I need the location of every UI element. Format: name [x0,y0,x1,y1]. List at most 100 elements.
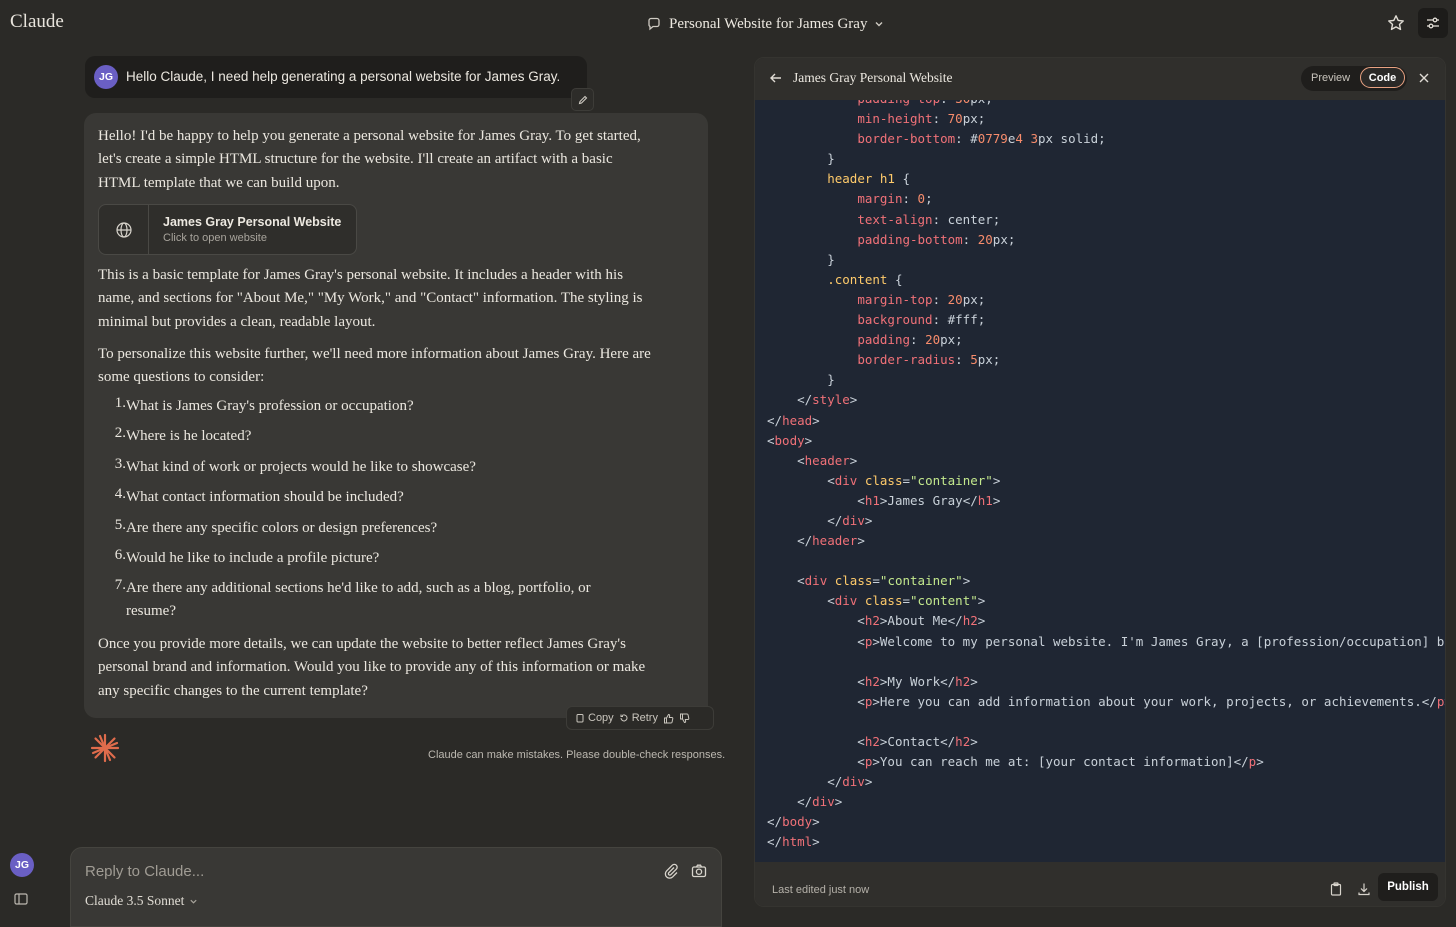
claude-logo-icon [90,733,120,763]
settings-button[interactable] [1418,8,1448,38]
copy-button[interactable]: Copy [575,712,614,724]
code-line: padding-bottom: 20px; [857,231,1016,247]
message-actions: Copy Retry [566,706,714,730]
code-line: min-height: 70px; [857,111,986,127]
composer: Reply to Claude... Claude 3.5 Sonnet [70,847,722,927]
code-line: </body> [767,814,820,830]
paperclip-icon[interactable] [663,863,679,879]
clipboard-icon[interactable] [1329,882,1343,896]
disclaimer-text: Claude can make mistakes. Please double-… [428,749,726,761]
assistant-paragraph-3: To personalize this website further, we'… [98,346,651,386]
publish-button[interactable]: Publish [1378,873,1438,901]
back-arrow-icon[interactable] [768,70,784,86]
code-line: </html> [767,834,820,850]
assistant-intro-text: Hello! I'd be happy to help you generate… [98,128,641,191]
code-line: padding: 20px; [857,332,963,348]
assistant-message: Hello! I'd be happy to help you generate… [84,113,708,718]
code-line: </div> [767,774,873,790]
user-message: JG Hello Claude, I need help generating … [85,56,587,98]
reply-input[interactable]: Reply to Claude... [85,863,204,880]
edit-message-button[interactable] [571,88,594,111]
code-line: margin-top: 20px; [857,291,986,307]
conversation-title-dropdown[interactable]: Personal Website for James Gray [646,14,884,34]
sidebar-toggle-icon[interactable] [14,893,28,905]
assistant-paragraph-2: This is a basic template for James Gray'… [98,267,643,330]
star-button[interactable] [1385,12,1407,34]
camera-icon[interactable] [691,863,707,879]
code-line: <p>Welcome to my personal website. I'm J… [767,633,1446,649]
code-line: </div> [767,512,873,528]
code-line: </head> [767,412,820,428]
code-line: padding-top: 30px; [767,100,993,106]
globe-icon [115,221,132,238]
conversation-title: Personal Website for James Gray [669,15,868,32]
preview-tab[interactable]: Preview [1311,72,1350,84]
chat-bubble-icon [648,17,660,31]
close-icon[interactable] [1417,71,1431,85]
download-icon[interactable] [1357,882,1371,896]
list-item: 5. Are there any specific colors or desig… [114,517,438,536]
code-line: <h2>My Work</h2> [767,673,978,689]
sliders-icon [1427,17,1439,29]
list-item: 2. Where is he located? [114,425,252,444]
code-line: <div class="content"> [767,593,986,609]
app-logo-text[interactable]: Claude [10,11,64,33]
artifact-card[interactable]: James Gray Personal Website Click to ope… [98,204,357,255]
artifact-panel-title: James Gray Personal Website [793,70,953,85]
list-item: 1. What is James Gray's profession or occ… [114,395,414,414]
code-line: .content { [827,271,903,287]
user-avatar: JG [94,65,118,89]
code-line: <body> [767,432,813,448]
copy-label: Copy [588,712,614,724]
list-item: 6. Would he like to include a profile pic… [114,547,380,566]
code-line: <div class="container"> [767,573,971,589]
assistant-outro-text: Once you provide more details, we can up… [98,636,646,699]
copy-icon [576,714,584,723]
last-edited-text: Last edited just now [772,884,870,896]
user-message-text: Hello Claude, I need help generating a p… [126,69,561,84]
code-line: <h2>Contact</h2> [767,734,978,749]
model-label: Claude 3.5 Sonnet [85,893,185,908]
account-avatar[interactable]: JG [10,853,34,877]
code-line: </style> [767,392,858,408]
code-line: border-bottom: #0779e4 3px solid; [857,131,1106,147]
code-line: header h1 { [827,171,911,187]
code-line: margin: 0; [857,191,933,207]
retry-button[interactable]: Retry [619,712,658,724]
code-line: } [767,151,835,167]
code-line: <header> [767,452,858,468]
code-line: background: #fff; [857,312,986,328]
list-item: 7. Are there any additional sections he'd… [114,577,591,620]
retry-icon [620,714,628,722]
code-line: <h1>James Gray</h1> [767,492,1001,508]
artifact-panel: James Gray Personal Website Preview Code… [754,57,1446,907]
artifact-icon-area [99,205,149,254]
code-line: border-radius: 5px; [857,352,1001,368]
pencil-icon [578,95,587,104]
artifact-panel-footer: Last edited just now Publish [755,862,1445,906]
view-toggle: Preview Code [1301,66,1407,91]
thumbs-down-icon [679,713,690,723]
thumbs-up-icon [663,713,674,723]
code-line: <p>You can reach me at: [your contact in… [767,754,1264,770]
retry-label: Retry [631,712,658,724]
code-line: } [767,251,835,267]
code-tab[interactable]: Code [1360,67,1405,88]
thumbs-down-button[interactable] [679,713,690,724]
model-selector[interactable]: Claude 3.5 Sonnet [85,893,198,909]
artifact-card-subtitle: Click to open website [163,232,267,244]
list-item: 3. What kind of work or projects would he… [114,456,476,475]
thumbs-up-button[interactable] [663,713,674,724]
chevron-down-icon [190,899,197,904]
artifact-panel-header: James Gray Personal Website Preview Code [755,58,1445,100]
code-line: text-align: center; [857,211,1001,227]
code-line: </header> [767,533,865,549]
chevron-down-icon [875,22,883,27]
code-line: <div class="container"> [767,472,1001,488]
code-line: <p>Here you can add information about yo… [767,693,1445,709]
code-view[interactable]: padding-top: 30px; min-height: 70px; bor… [755,100,1446,862]
code-line: <h2>About Me</h2> [767,613,986,629]
artifact-card-title: James Gray Personal Website [163,215,342,229]
code-line: </div> [767,794,843,810]
list-item: 4. What contact information should be inc… [114,486,404,505]
